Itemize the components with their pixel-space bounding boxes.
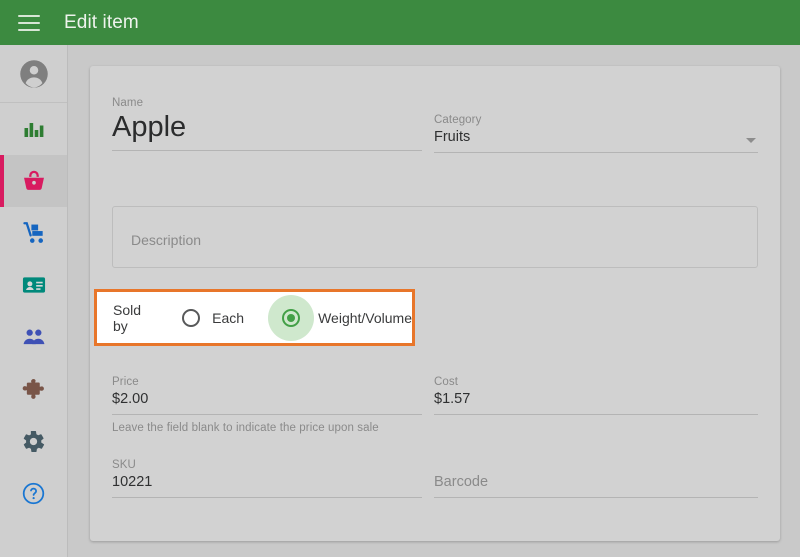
radio-option-each-label: Each (212, 309, 245, 326)
radio-option-weight-volume[interactable]: Weight/Volume (268, 294, 412, 341)
sold-by-highlight-box: Sold by Each Weight/Volume (94, 289, 415, 346)
radio-option-each[interactable]: Each (182, 308, 245, 327)
edit-item-card: Name Apple Category Fruits Description S… (90, 66, 780, 541)
description-textarea[interactable]: Description (112, 206, 758, 268)
hamburger-line (18, 28, 40, 31)
sidebar-item-customers[interactable] (0, 311, 67, 363)
sidebar-item-employees[interactable] (0, 259, 67, 311)
name-label: Name (112, 97, 144, 109)
category-field[interactable]: Category Fruits (434, 113, 758, 153)
sidebar-rail (0, 45, 68, 557)
price-label: Price (112, 376, 139, 388)
hamburger-line (18, 21, 40, 24)
sold-by-label: Sold by (113, 301, 142, 334)
hamburger-line (18, 14, 40, 17)
people-icon (21, 324, 47, 350)
barcode-input[interactable]: Barcode (434, 472, 758, 498)
sku-field[interactable]: SKU 10221 (112, 458, 422, 498)
page-title: Edit item (64, 11, 139, 33)
sku-label: SKU (112, 459, 136, 471)
cost-input[interactable]: $1.57 (434, 389, 758, 415)
sku-input[interactable]: 10221 (112, 472, 422, 498)
radio-unselected-icon[interactable] (182, 308, 201, 327)
hand-truck-icon (21, 220, 47, 246)
app-bar: Edit item (0, 0, 800, 45)
cost-field[interactable]: Cost $1.57 (434, 375, 758, 415)
app-root: Edit item Name Apple Category Fruits Des… (0, 0, 800, 557)
sidebar-item-integrations[interactable] (0, 363, 67, 415)
id-card-icon (21, 272, 47, 298)
sidebar-item-reports[interactable] (0, 103, 67, 155)
radio-selected-icon[interactable] (282, 308, 301, 327)
help-circle-icon (21, 481, 46, 506)
sidebar-item-settings[interactable] (0, 415, 67, 467)
barcode-label (434, 458, 758, 472)
hamburger-menu-icon[interactable] (18, 14, 40, 31)
radio-option-weight-volume-label: Weight/Volume (318, 309, 412, 326)
chevron-down-icon[interactable] (746, 138, 756, 143)
gear-icon (21, 429, 46, 454)
sold-by-radio-group: Each Weight/Volume (182, 294, 412, 341)
user-avatar-icon (19, 59, 49, 89)
category-label: Category (434, 114, 482, 126)
shopping-basket-icon (21, 168, 47, 194)
sidebar-item-help[interactable] (0, 467, 67, 519)
sidebar-item-profile[interactable] (0, 45, 67, 103)
price-field[interactable]: Price $2.00 Leave the field blank to ind… (112, 375, 422, 434)
sidebar-item-inventory[interactable] (0, 207, 67, 259)
barcode-field[interactable]: Barcode (434, 458, 758, 498)
name-field[interactable]: Name Apple (112, 96, 422, 151)
cost-label: Cost (434, 376, 459, 388)
bar-chart-icon (22, 117, 46, 141)
price-input[interactable]: $2.00 (112, 389, 422, 415)
description-placeholder: Description (131, 232, 202, 248)
name-input[interactable]: Apple (112, 110, 422, 151)
category-select[interactable]: Fruits (434, 127, 758, 153)
puzzle-piece-icon (21, 377, 46, 402)
sidebar-item-items[interactable] (0, 155, 67, 207)
price-help-text: Leave the field blank to indicate the pr… (112, 422, 379, 434)
